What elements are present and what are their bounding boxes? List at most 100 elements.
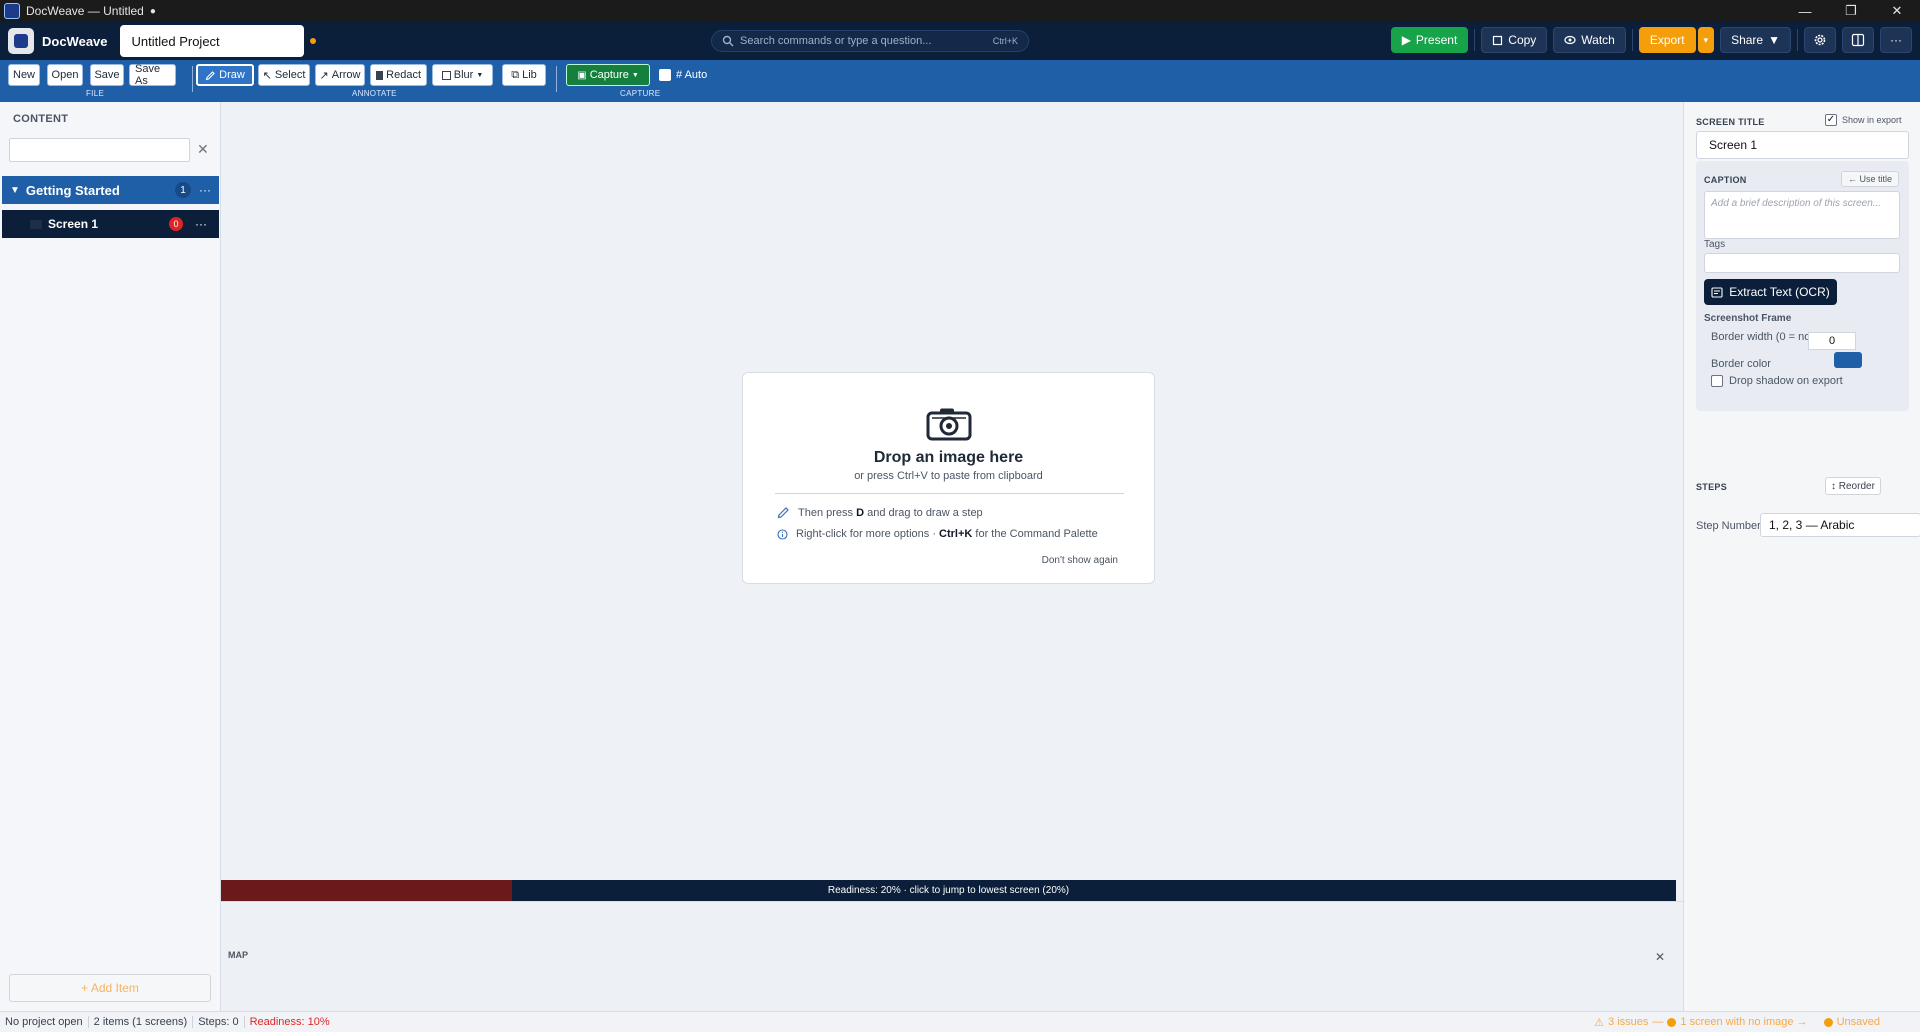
content-sidebar: CONTENT ✕ ▼ Getting Started 1 ··· Screen… [0, 102, 221, 1011]
unsaved-dot-icon [309, 38, 316, 44]
more-icon: ··· [1890, 33, 1902, 47]
arrow-tool-button[interactable]: ↗ Arrow [315, 64, 365, 86]
caret-down-icon: ▼ [1768, 33, 1780, 47]
cursor-icon: ↖ [262, 69, 272, 82]
more-menu-button[interactable]: ··· [1880, 27, 1912, 53]
drop-shadow-checkbox[interactable] [1711, 375, 1723, 387]
screen-more-icon[interactable]: ··· [183, 217, 219, 231]
watch-button[interactable]: Watch [1553, 27, 1626, 53]
status-bar: No project open 2 items (1 screens) Step… [0, 1011, 1920, 1032]
present-button[interactable]: ▶ Present [1390, 27, 1469, 53]
group-getting-started[interactable]: ▼ Getting Started 1 ··· [2, 176, 219, 204]
close-window-button[interactable]: ✕ [1874, 0, 1920, 22]
show-in-export-checkbox[interactable]: ✓ [1825, 114, 1837, 126]
caption-label: CAPTION [1704, 175, 1747, 185]
border-color-swatch[interactable] [1834, 352, 1862, 368]
pencil-icon [777, 507, 789, 519]
app-icon [4, 3, 20, 19]
redact-tool-button[interactable]: Redact [370, 64, 427, 86]
inspector-panel: SCREEN TITLE ✓ Show in export Screen 1 C… [1683, 102, 1920, 1011]
command-search-placeholder: Search commands or type a question... [740, 35, 932, 47]
caret-down-icon: ▼ [631, 71, 639, 79]
library-button[interactable]: ⧉ Lib [502, 64, 546, 86]
export-menu-button[interactable]: ▾ [1697, 27, 1715, 53]
drop-zone-card[interactable]: Drop an image here or press Ctrl+V to pa… [742, 372, 1155, 584]
new-button[interactable]: New [8, 64, 40, 86]
group-more-icon[interactable]: ··· [191, 183, 219, 197]
blur-tool-button[interactable]: Blur ▼ [432, 64, 493, 86]
command-search[interactable]: Search commands or type a question... Ct… [711, 30, 1029, 52]
save-as-button[interactable]: Save As [129, 63, 176, 87]
use-title-button[interactable]: ← Use title [1841, 171, 1900, 187]
main-toolbar: New Open Save Save As FILE Draw ↖ Select… [0, 60, 1920, 102]
extract-text-ocr-button[interactable]: Extract Text (OCR) [1704, 279, 1837, 305]
no-image-link[interactable]: 1 screen with no image → [1680, 1016, 1807, 1028]
tags-input[interactable] [1704, 253, 1900, 273]
export-button[interactable]: Export [1638, 27, 1696, 53]
open-button[interactable]: Open [47, 64, 83, 86]
clear-filter-icon[interactable]: ✕ [197, 141, 209, 158]
group-label: Getting Started [25, 182, 120, 198]
pencil-icon [205, 70, 215, 80]
readiness-status: Readiness: 10% [249, 1016, 330, 1028]
command-shortcut: Ctrl+K [992, 36, 1018, 46]
brand-logo-icon [8, 28, 34, 54]
border-width-input[interactable]: 0 [1808, 332, 1856, 350]
project-status: No project open [0, 1016, 89, 1028]
capture-button[interactable]: ▣ Capture ▼ [566, 64, 650, 86]
hint-draw: Then press D and drag to draw a step [777, 506, 983, 519]
screen-thumbnail-icon [30, 219, 42, 229]
expand-caret-icon[interactable]: ▼ [10, 185, 20, 196]
items-count: 2 items (1 screens) [89, 1016, 194, 1028]
select-tool-button[interactable]: ↖ Select [258, 64, 310, 86]
caption-textarea[interactable]: Add a brief description of this screen..… [1704, 191, 1900, 239]
window-title: DocWeave — Untitled [26, 4, 144, 18]
annotate-group-label: ANNOTATE [352, 89, 397, 98]
readiness-bar[interactable]: Readiness: 20% · click to jump to lowest… [221, 880, 1676, 901]
screen-title-label: SCREEN TITLE [1696, 117, 1765, 127]
drop-shadow-toggle[interactable]: Drop shadow on export [1711, 375, 1843, 387]
camera-icon: ▣ [577, 69, 587, 81]
close-map-icon[interactable]: ✕ [1655, 950, 1665, 964]
issues-link[interactable]: 3 issues [1608, 1016, 1648, 1028]
dont-show-again-link[interactable]: Don't show again [1042, 555, 1118, 566]
copy-icon [1493, 35, 1503, 45]
app-header: DocWeave Search commands or type a quest… [0, 22, 1920, 60]
hint-right-click: Right-click for more options · Ctrl+K fo… [777, 528, 1098, 540]
auto-checkbox[interactable] [659, 69, 671, 81]
step-numbers-select[interactable]: 1, 2, 3 — Arabic [1760, 513, 1920, 537]
chevron-down-icon: ▾ [1703, 34, 1709, 45]
brand-name: DocWeave [42, 33, 108, 49]
editor-canvas[interactable]: Drop an image here or press Ctrl+V to pa… [221, 102, 1683, 880]
border-color-label: Border color [1711, 358, 1771, 370]
screen-item-screen-1[interactable]: Screen 1 0 ··· [2, 210, 219, 238]
toggle-panel-button[interactable] [1842, 27, 1874, 53]
no-image-dot-icon [1667, 1017, 1677, 1027]
modified-indicator: ● [149, 5, 156, 17]
step-count-badge: 0 [169, 217, 183, 231]
readiness-fill [221, 880, 512, 901]
reorder-button[interactable]: ↕ Reorder [1825, 477, 1881, 495]
add-item-button[interactable]: + Add Item [9, 974, 211, 1002]
project-name-input[interactable] [119, 25, 304, 57]
camera-icon [926, 408, 972, 441]
screen-title-input[interactable]: Screen 1 [1696, 131, 1909, 159]
share-button[interactable]: Share ▼ [1720, 27, 1791, 53]
show-in-export-toggle[interactable]: ✓ Show in export [1825, 114, 1902, 126]
save-button[interactable]: Save [90, 64, 124, 86]
content-filter-input[interactable] [9, 138, 190, 162]
draw-tool-button[interactable]: Draw [196, 64, 254, 86]
auto-capture-toggle[interactable]: # Auto [659, 69, 707, 81]
arrow-icon: ↗ [319, 69, 329, 82]
map-panel: MAP ✕ [221, 901, 1683, 1011]
library-icon: ⧉ [511, 68, 520, 81]
drop-title: Drop an image here [873, 449, 1024, 466]
unsaved-dot-icon [1823, 1017, 1833, 1027]
settings-button[interactable] [1804, 27, 1836, 53]
copy-button[interactable]: Copy [1481, 27, 1548, 53]
screen-label: Screen 1 [48, 217, 99, 231]
warning-icon: ⚠ [1594, 1016, 1605, 1029]
maximize-button[interactable]: ❐ [1828, 0, 1874, 22]
minimize-button[interactable]: — [1782, 0, 1828, 22]
window-titlebar: DocWeave — Untitled ● — ❐ ✕ [0, 0, 1920, 22]
